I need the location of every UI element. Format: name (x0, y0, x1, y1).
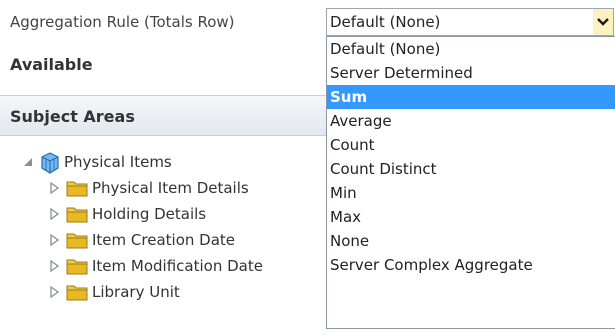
subject-areas-header: Subject Areas (0, 96, 340, 136)
option-count[interactable]: Count (327, 133, 615, 157)
folder-icon (66, 181, 88, 197)
option-server-determined[interactable]: Server Determined (327, 61, 615, 85)
aggregation-rule-label: Aggregation Rule (Totals Row) (10, 13, 235, 31)
collapsed-triangle-icon[interactable] (48, 182, 60, 194)
aggregation-rule-select[interactable]: Default (None) (326, 8, 614, 36)
option-count-distinct[interactable]: Count Distinct (327, 157, 615, 181)
collapsed-triangle-icon[interactable] (48, 286, 60, 298)
subject-areas-panel: Subject Areas Physical Items Physical It… (0, 95, 340, 336)
collapsed-triangle-icon[interactable] (48, 208, 60, 220)
tree-node-label: Item Creation Date (92, 231, 235, 249)
option-average[interactable]: Average (327, 109, 615, 133)
tree-node-label: Item Modification Date (92, 257, 263, 275)
option-min[interactable]: Min (327, 181, 615, 205)
aggregation-rule-selected-value: Default (None) (330, 13, 441, 31)
collapsed-triangle-icon[interactable] (48, 234, 60, 246)
option-server-complex-aggregate[interactable]: Server Complex Aggregate (327, 253, 615, 277)
chevron-down-icon (597, 18, 609, 26)
folder-icon (66, 259, 88, 275)
tree-node-label: Library Unit (92, 283, 180, 301)
option-none[interactable]: None (327, 229, 615, 253)
folder-icon (66, 285, 88, 301)
aggregation-rule-dropdown-list[interactable]: Default (None) Server Determined Sum Ave… (326, 36, 615, 329)
tree-node-label: Physical Items (64, 153, 172, 171)
dropdown-arrow-button[interactable] (593, 9, 613, 35)
option-sum[interactable]: Sum (327, 85, 615, 109)
collapsed-triangle-icon[interactable] (48, 260, 60, 272)
option-default-none[interactable]: Default (None) (327, 37, 615, 61)
expanded-triangle-icon[interactable] (22, 156, 34, 168)
available-heading: Available (10, 55, 93, 74)
folder-icon (66, 207, 88, 223)
folder-icon (66, 233, 88, 249)
tree-node-label: Holding Details (92, 205, 207, 223)
tree-node-label: Physical Item Details (92, 179, 249, 197)
option-max[interactable]: Max (327, 205, 615, 229)
cube-icon (41, 152, 59, 174)
